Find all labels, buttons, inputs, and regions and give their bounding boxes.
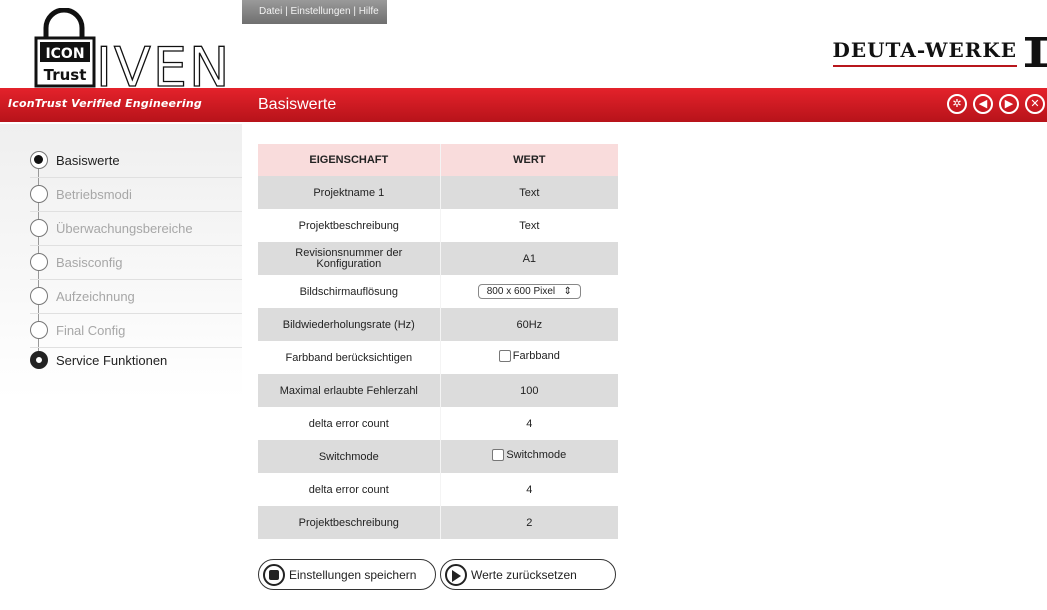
menu-bar[interactable]: Datei | Einstellungen | Hilfe xyxy=(242,0,387,24)
tagline: IconTrust Verified Engineering xyxy=(8,97,202,110)
value-cell[interactable]: 100 xyxy=(439,374,618,407)
sidebar-item-aufzeichnung[interactable]: Aufzeichnung xyxy=(30,279,240,313)
radio-icon xyxy=(30,185,48,203)
value-cell: Farbband xyxy=(439,341,618,374)
sidebar-item-final-config[interactable]: Final Config xyxy=(30,313,240,347)
close-icon[interactable]: ✕ xyxy=(1025,94,1045,114)
forward-icon[interactable]: ▶ xyxy=(999,94,1019,114)
radio-selected-icon xyxy=(30,151,48,169)
checkbox-icon xyxy=(492,449,505,461)
sidebar-item-basisconfig[interactable]: Basisconfig xyxy=(30,245,240,279)
sidebar: Basiswerte Betriebsmodi Überwachungsbere… xyxy=(0,124,242,414)
page-title: Basiswerte xyxy=(258,96,337,113)
table-row: Bildschirmauflösung 800 x 600 Pixel ⇕ xyxy=(258,275,618,308)
property-cell: delta error count xyxy=(258,407,441,440)
switchmode-checkbox[interactable]: Switchmode xyxy=(492,449,566,461)
sidebar-item-label: Überwachungsbereiche xyxy=(56,220,193,236)
property-cell: Maximal erlaubte Fehlerzahl xyxy=(258,374,441,407)
reset-values-button[interactable]: Werte zurücksetzen xyxy=(440,559,616,590)
back-icon[interactable]: ◀ xyxy=(973,94,993,114)
property-cell: Projektbeschreibung xyxy=(258,506,441,539)
table-row: Bildwiederholungsrate (Hz) 60Hz xyxy=(258,308,618,341)
app-header: Datei | Einstellungen | Hilfe ICON Trust… xyxy=(0,0,1047,88)
property-cell: Farbband berücksichtigen xyxy=(258,341,441,374)
table-row: Projektbeschreibung 2 xyxy=(258,506,618,539)
sidebar-item-label: Aufzeichnung xyxy=(56,288,135,304)
checkbox-label: Farbband xyxy=(512,350,560,362)
select-value: 800 x 600 Pixel xyxy=(486,286,556,297)
logo-line2: Trust xyxy=(44,66,87,84)
value-cell[interactable]: A1 xyxy=(439,242,618,275)
brand-name: DEUTA-WERKE xyxy=(832,38,1017,67)
icontrust-logo: ICON Trust IVEN xyxy=(34,8,231,88)
sidebar-item-label: Basisconfig xyxy=(56,254,123,270)
column-header-wert: WERT xyxy=(439,144,618,176)
value-cell[interactable]: 4 xyxy=(439,473,618,506)
table-row: Farbband berücksichtigen Farbband xyxy=(258,341,618,374)
sidebar-item-label: Basiswerte xyxy=(56,152,120,168)
value-cell[interactable]: 4 xyxy=(439,407,618,440)
value-cell[interactable]: Text xyxy=(439,176,618,209)
gear-icon xyxy=(30,351,48,369)
table-row: Maximal erlaubte Fehlerzahl 100 xyxy=(258,374,618,407)
table-row: Projektname 1 Text xyxy=(258,176,618,209)
checkbox-icon xyxy=(498,350,511,362)
table-row: Switchmode Switchmode xyxy=(258,440,618,473)
sidebar-item-label: Betriebsmodi xyxy=(56,186,132,202)
property-cell: Revisionsnummer der Konfiguration xyxy=(258,242,441,275)
property-cell: Switchmode xyxy=(258,440,441,473)
checkbox-label: Switchmode xyxy=(506,449,567,461)
value-cell[interactable]: Text xyxy=(439,209,618,242)
brand-mark-icon xyxy=(1025,37,1047,67)
value-cell: Switchmode xyxy=(439,440,618,473)
table-header-row: EIGENSCHAFT WERT xyxy=(258,144,618,176)
radio-icon xyxy=(30,253,48,271)
table-row: Revisionsnummer der Konfiguration A1 xyxy=(258,242,618,275)
table-row: delta error count 4 xyxy=(258,473,618,506)
menu-text[interactable]: Datei | Einstellungen | Hilfe xyxy=(259,6,379,17)
property-cell: Bildschirmauflösung xyxy=(258,275,441,308)
logo-line1: ICON xyxy=(45,46,84,62)
brand-logo: DEUTA-WERKE xyxy=(832,34,1047,70)
settings-icon[interactable]: ✲ xyxy=(947,94,967,114)
property-cell: delta error count xyxy=(258,473,441,506)
value-cell: 800 x 600 Pixel ⇕ xyxy=(439,275,618,308)
radio-icon xyxy=(30,287,48,305)
sidebar-item-service-funktionen[interactable]: Service Funktionen xyxy=(30,343,240,377)
save-button-label: Einstellungen speichern xyxy=(289,567,417,582)
value-cell[interactable]: 2 xyxy=(439,506,618,539)
reset-icon xyxy=(445,563,467,586)
save-settings-button[interactable]: Einstellungen speichern xyxy=(258,559,436,590)
table-row: Projektbeschreibung Text xyxy=(258,209,618,242)
toolbar: ✲ ◀ ▶ ✕ xyxy=(947,94,1045,114)
property-cell: Bildwiederholungsrate (Hz) xyxy=(258,308,441,341)
reset-button-label: Werte zurücksetzen xyxy=(471,567,577,582)
table-row: delta error count 4 xyxy=(258,407,618,440)
logo-big: IVEN xyxy=(96,36,231,88)
sidebar-item-betriebsmodi[interactable]: Betriebsmodi xyxy=(30,177,240,211)
title-bar: IconTrust Verified Engineering Basiswert… xyxy=(0,88,1047,122)
sidebar-item-label: Service Funktionen xyxy=(56,352,168,368)
radio-icon xyxy=(30,219,48,237)
select-arrows-icon: ⇕ xyxy=(563,286,572,297)
radio-icon xyxy=(30,321,48,339)
properties-table: EIGENSCHAFT WERT Projektname 1 Text Proj… xyxy=(258,144,618,539)
sidebar-item-label: Final Config xyxy=(56,322,126,338)
farbband-checkbox[interactable]: Farbband xyxy=(498,350,560,362)
value-cell[interactable]: 60Hz xyxy=(439,308,618,341)
sidebar-item-ueberwachungsbereiche[interactable]: Überwachungsbereiche xyxy=(30,211,240,245)
property-cell: Projektname 1 xyxy=(258,176,441,209)
property-cell: Projektbeschreibung xyxy=(258,209,441,242)
resolution-select[interactable]: 800 x 600 Pixel ⇕ xyxy=(477,284,581,299)
save-icon xyxy=(263,563,285,586)
sidebar-item-basiswerte[interactable]: Basiswerte xyxy=(30,143,240,177)
column-header-eigenschaft: EIGENSCHAFT xyxy=(258,144,441,176)
